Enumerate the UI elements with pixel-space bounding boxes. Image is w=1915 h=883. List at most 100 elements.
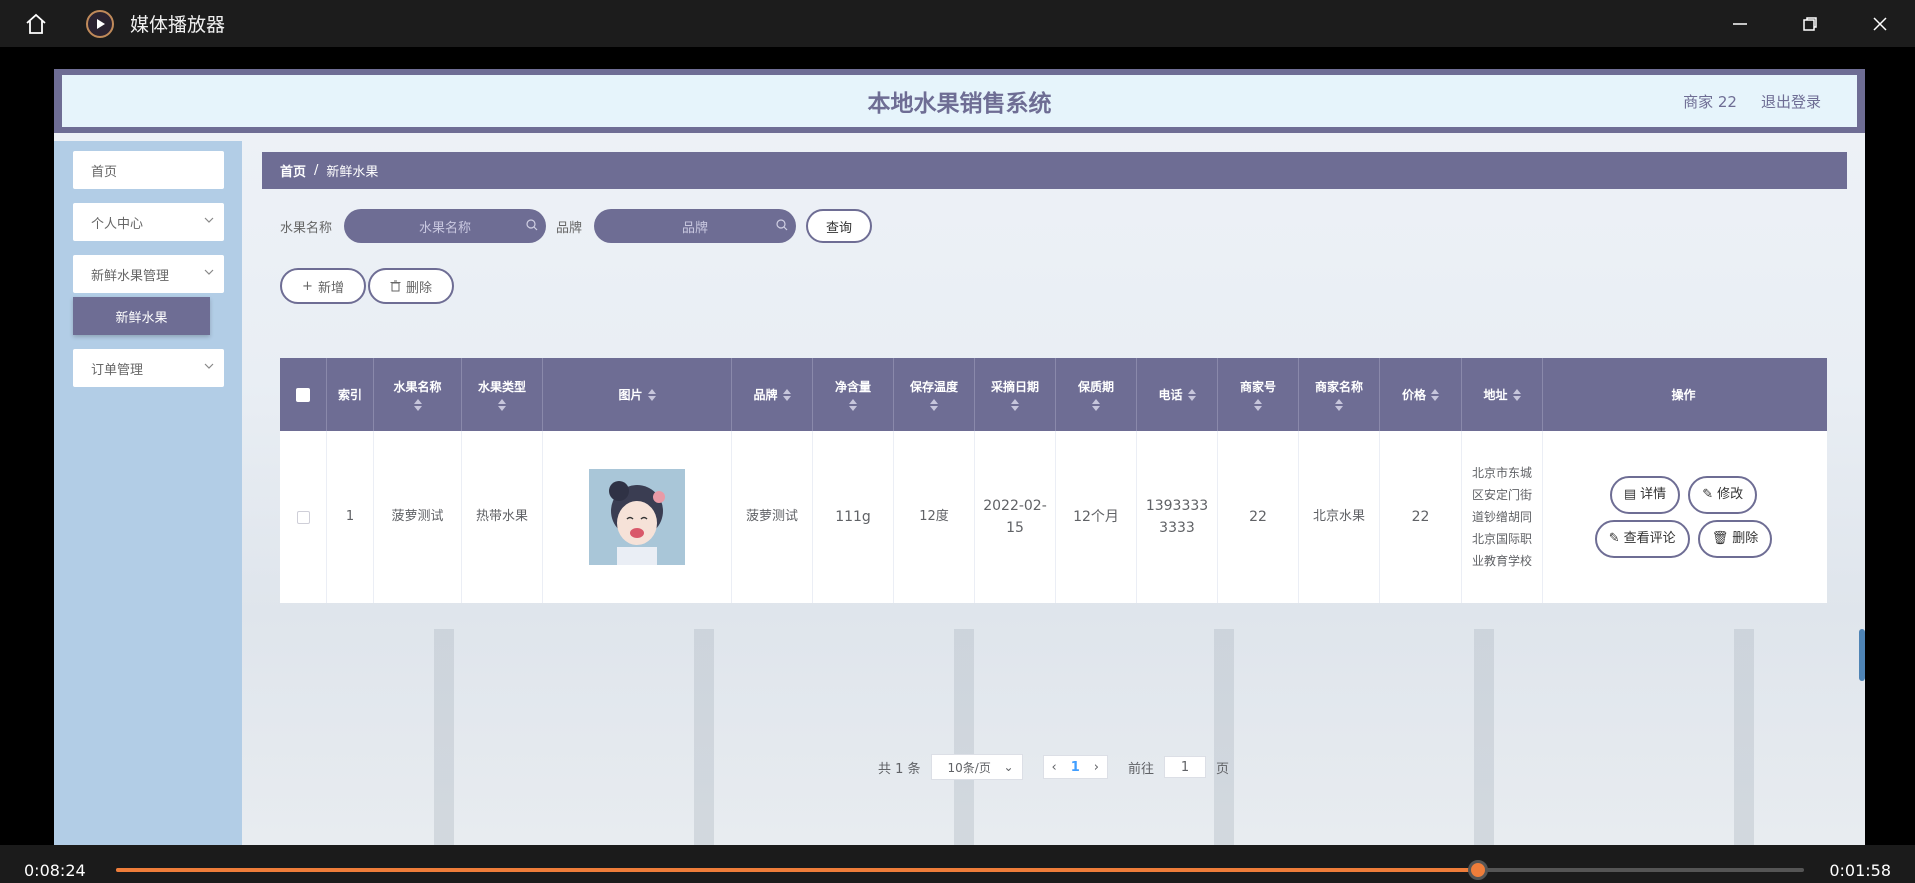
sort-icon[interactable] xyxy=(849,399,857,411)
cell-phone-shelf: 12个月 xyxy=(1056,431,1137,603)
col-pick-date[interactable]: 采摘日期 xyxy=(975,358,1056,431)
sidebar-item-profile[interactable]: 个人中心 xyxy=(73,203,224,241)
sort-icon[interactable] xyxy=(1187,388,1196,401)
chevron-down-icon xyxy=(204,363,214,369)
add-button-label: 新增 xyxy=(317,280,344,296)
detail-button-label: 详情 xyxy=(1640,487,1667,502)
cell-pick-date: 2022-02-15 xyxy=(975,431,1056,603)
sort-icon[interactable] xyxy=(1335,399,1343,411)
col-price[interactable]: 价格 xyxy=(1380,358,1462,431)
pager-total: 共 1 条 xyxy=(877,761,921,777)
select-all-checkbox[interactable] xyxy=(296,387,310,402)
col-index: 索引 xyxy=(327,358,374,431)
media-player-logo-icon xyxy=(86,9,114,38)
col-merchant-name[interactable]: 商家名称 xyxy=(1299,358,1380,431)
submenu-item-fresh-fruit[interactable]: 新鲜水果 xyxy=(73,297,210,335)
sidebar-item-fruit-management[interactable]: 新鲜水果管理 xyxy=(73,255,224,293)
search-icon xyxy=(776,219,788,231)
cell-merchant-no: 22 xyxy=(1218,431,1299,603)
cell-index: 1 xyxy=(327,431,374,603)
restore-icon[interactable] xyxy=(1775,0,1845,47)
breadcrumb-home[interactable]: 首页 xyxy=(280,161,306,180)
sort-icon[interactable] xyxy=(1254,399,1262,411)
col-phone[interactable]: 电话 xyxy=(1137,358,1218,431)
select-all-checkbox-cell xyxy=(280,358,327,431)
col-net-label: 净含量 xyxy=(834,380,871,394)
row-checkbox[interactable] xyxy=(296,510,310,524)
col-merchant-no[interactable]: 商家号 xyxy=(1218,358,1299,431)
sort-icon[interactable] xyxy=(413,399,422,411)
edit-button-label: 修改 xyxy=(1717,487,1744,502)
home-icon[interactable] xyxy=(12,0,60,47)
col-name-label: 水果名称 xyxy=(393,380,442,394)
seek-bar-progress xyxy=(116,868,1479,872)
sort-icon[interactable] xyxy=(1512,388,1521,401)
remaining-time: 0:01:58 xyxy=(1829,861,1891,880)
prev-page-icon[interactable]: ‹ xyxy=(1052,760,1057,775)
sort-icon[interactable] xyxy=(782,388,791,401)
cell-temp: 12度 xyxy=(894,431,975,603)
brand-search-placeholder: 品牌 xyxy=(682,220,709,236)
sort-icon[interactable] xyxy=(1092,399,1100,411)
sort-icon[interactable] xyxy=(1431,388,1439,401)
col-merchant-name-label: 商家名称 xyxy=(1314,380,1363,394)
name-search-input[interactable]: 水果名称 xyxy=(344,209,547,243)
sidebar-item-orders[interactable]: 订单管理 xyxy=(73,349,224,387)
col-image[interactable]: 图片 xyxy=(543,358,732,431)
page-size-select[interactable]: 10条/页 ⌄ xyxy=(930,754,1023,780)
add-button[interactable]: + 新增 xyxy=(280,268,366,304)
table-header: 索引 水果名称 水果类型 图片 品牌 净含量 保存温度 采摘日期 保质期 电话 … xyxy=(280,358,1827,431)
edit-button[interactable]: ✎ 修改 xyxy=(1688,476,1758,514)
page-size-value: 10条/页 xyxy=(947,760,991,775)
delete-button[interactable]: 删除 xyxy=(368,268,454,304)
col-name[interactable]: 水果名称 xyxy=(374,358,462,431)
row-delete-button[interactable]: 🗑 删除 xyxy=(1697,520,1773,558)
col-brand[interactable]: 品牌 xyxy=(732,358,813,431)
close-icon[interactable] xyxy=(1845,0,1915,47)
goto-page-input[interactable]: 1 xyxy=(1164,756,1206,778)
cell-price: 22 xyxy=(1380,431,1462,603)
sidebar-item-home[interactable]: 首页 xyxy=(73,151,224,189)
brand-search-input[interactable]: 品牌 xyxy=(594,209,797,243)
page-number-current[interactable]: 1 xyxy=(1071,760,1080,775)
col-ops-label: 操作 xyxy=(1671,388,1696,402)
next-page-icon[interactable]: › xyxy=(1094,760,1099,775)
sidebar-item-label: 个人中心 xyxy=(91,216,144,232)
player-titlebar: 媒体播放器 xyxy=(0,0,1915,47)
col-type[interactable]: 水果类型 xyxy=(462,358,543,431)
sidebar-item-label: 新鲜水果管理 xyxy=(91,268,170,284)
col-image-label: 图片 xyxy=(618,388,643,402)
seek-handle[interactable] xyxy=(1468,860,1489,880)
sort-icon[interactable] xyxy=(647,388,656,401)
sort-icon[interactable] xyxy=(498,399,506,411)
seek-bar[interactable] xyxy=(116,860,1804,880)
page-scrollbar[interactable] xyxy=(1859,629,1865,681)
view-comments-button[interactable]: ✎ 查看评论 xyxy=(1594,520,1690,558)
col-net[interactable]: 净含量 xyxy=(813,358,894,431)
logout-link[interactable]: 退出登录 xyxy=(1761,91,1821,112)
minimize-icon[interactable] xyxy=(1705,0,1775,47)
col-merchant-no-label: 商家号 xyxy=(1239,380,1276,394)
detail-button[interactable]: ▤ 详情 xyxy=(1609,476,1681,514)
col-temp-label: 保存温度 xyxy=(909,380,958,394)
col-temp[interactable]: 保存温度 xyxy=(894,358,975,431)
breadcrumb-current: 新鲜水果 xyxy=(326,165,379,180)
document-icon: ▤ xyxy=(1623,487,1637,502)
sort-icon[interactable] xyxy=(1011,399,1019,411)
chevron-down-icon xyxy=(204,269,214,275)
cell-name: 菠萝测试 xyxy=(374,431,462,603)
col-address-label: 地址 xyxy=(1483,388,1508,402)
breadcrumb: 首页 / 新鲜水果 xyxy=(262,152,1847,189)
sort-icon[interactable] xyxy=(930,399,938,411)
page-list: ‹ 1 › xyxy=(1042,755,1108,779)
trash-icon xyxy=(390,280,401,292)
query-button[interactable]: 查询 xyxy=(806,209,873,243)
chevron-down-icon xyxy=(204,217,214,223)
search-bar: 水果名称 水果名称 品牌 品牌 查询 xyxy=(262,209,1847,243)
col-address[interactable]: 地址 xyxy=(1462,358,1543,431)
col-type-label: 水果类型 xyxy=(477,380,526,394)
fruit-thumbnail-image[interactable] xyxy=(589,469,685,565)
col-shelf-label: 保质期 xyxy=(1077,380,1114,394)
sidebar-item-label: 首页 xyxy=(91,164,118,180)
col-shelf[interactable]: 保质期 xyxy=(1056,358,1137,431)
